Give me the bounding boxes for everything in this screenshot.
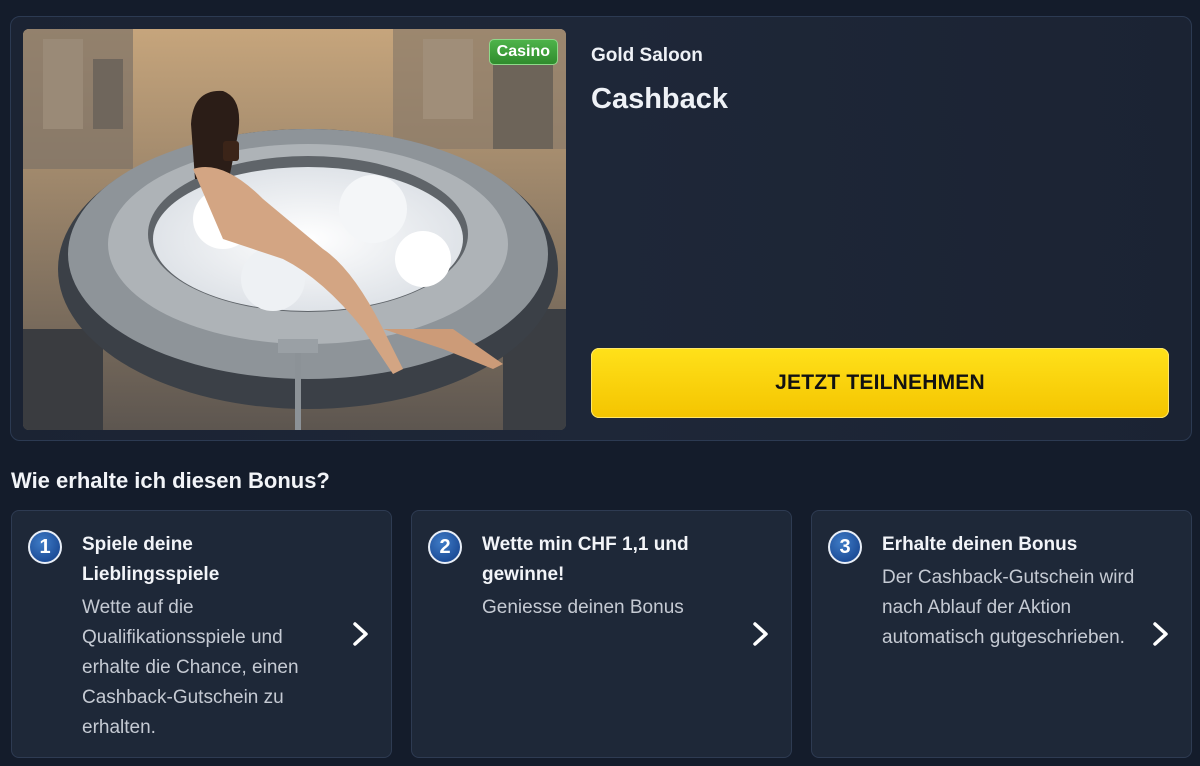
step-number-badge: 2 xyxy=(428,530,462,564)
chevron-right-icon[interactable] xyxy=(1148,621,1172,647)
step-number-badge: 3 xyxy=(828,530,862,564)
step-card-1[interactable]: 1 Spiele deine Lieblingsspiele Wette auf… xyxy=(11,510,392,758)
join-now-button[interactable]: JETZT TEILNEHMEN xyxy=(591,348,1169,418)
stadium-illustration xyxy=(23,29,566,430)
category-badge: Casino xyxy=(488,39,558,65)
step-title: Wette min CHF 1,1 und gewinne! xyxy=(482,534,689,585)
steps-list: 1 Spiele deine Lieblingsspiele Wette auf… xyxy=(11,510,1193,758)
step-title: Erhalte deinen Bonus xyxy=(882,534,1078,555)
how-to-heading: Wie erhalte ich diesen Bonus? xyxy=(11,468,330,493)
step-description: Der Cashback-Gutschein wird nach Ablauf … xyxy=(882,567,1135,648)
provider-name: Gold Saloon xyxy=(591,45,703,66)
step-number-badge: 1 xyxy=(28,530,62,564)
chevron-right-icon[interactable] xyxy=(348,621,372,647)
step-description: Geniesse deinen Bonus xyxy=(482,597,684,618)
step-title: Spiele deine Lieblingsspiele xyxy=(82,534,220,585)
step-card-3[interactable]: 3 Erhalte deinen Bonus Der Cashback-Guts… xyxy=(811,510,1192,758)
promo-card: Casino Gold Saloon Cashback JETZT TEILNE… xyxy=(10,16,1192,441)
promo-image[interactable]: Casino xyxy=(23,29,566,430)
chevron-right-icon[interactable] xyxy=(748,621,772,647)
promo-title: Cashback xyxy=(591,83,729,115)
step-description: Wette auf die Qualifikationsspiele und e… xyxy=(82,597,299,738)
step-card-2[interactable]: 2 Wette min CHF 1,1 und gewinne! Geniess… xyxy=(411,510,792,758)
